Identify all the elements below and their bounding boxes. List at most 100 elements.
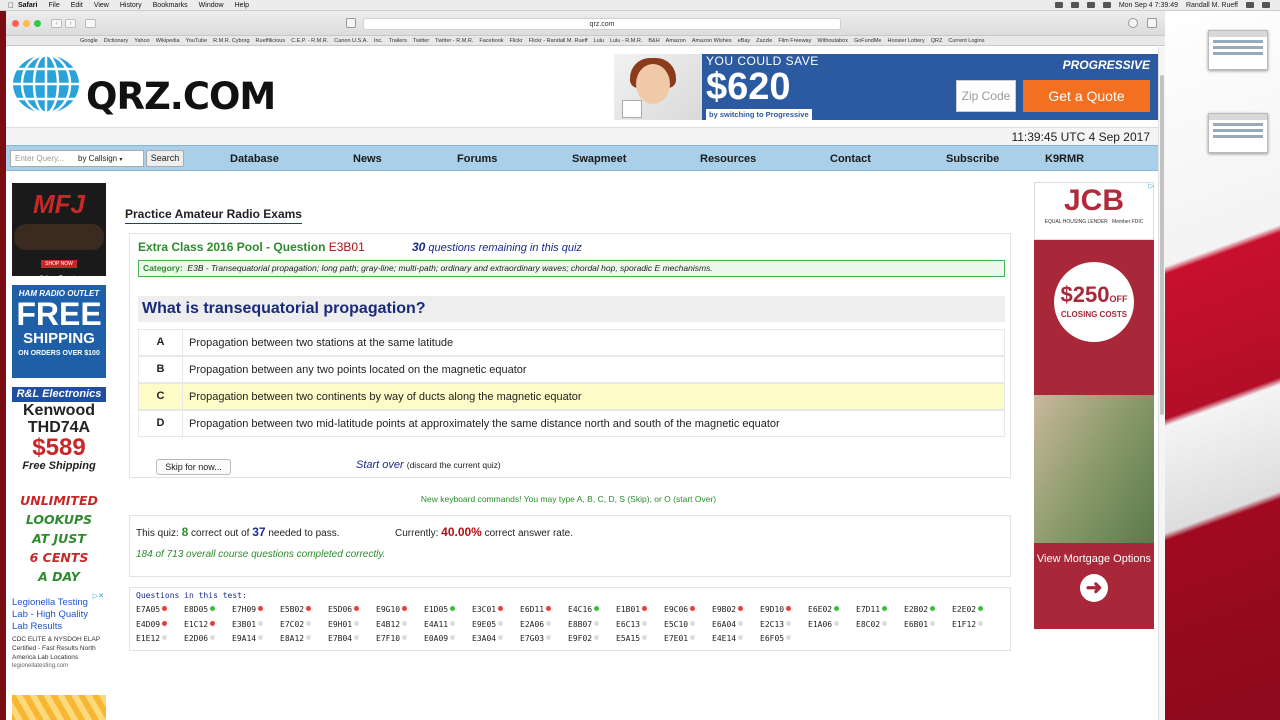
bookmark-link[interactable]: Rueffilicious <box>256 38 286 44</box>
menu-view[interactable]: View <box>94 2 109 9</box>
question-list-item[interactable]: E1B01 <box>616 605 648 614</box>
question-list-item[interactable]: E3C01 <box>472 605 504 614</box>
bookmark-link[interactable]: Wikipedia <box>156 38 180 44</box>
address-bar[interactable]: qrz.com <box>363 18 841 30</box>
reader-icon[interactable] <box>346 18 356 28</box>
bookmark-link[interactable]: Withoutabox <box>817 38 848 44</box>
bookmark-link[interactable]: Current Logins <box>948 38 984 44</box>
bookmark-link[interactable]: eBay <box>738 38 751 44</box>
question-list-item[interactable]: E3A04 <box>472 634 504 643</box>
nav-callsign[interactable]: K9RMR <box>1045 146 1084 172</box>
menubar-clock[interactable]: Mon Sep 4 7:39:49 <box>1119 2 1178 9</box>
answer-d[interactable]: D Propagation between two mid-latitude po… <box>138 410 1005 437</box>
bottom-left-ad[interactable] <box>12 695 106 720</box>
question-list-item[interactable]: E6D11 <box>520 605 552 614</box>
question-list-item[interactable]: E6A04 <box>712 620 744 629</box>
jcb-ad[interactable]: ▷ JCB EQUAL HOUSING LENDER Member FDIC $… <box>1034 182 1154 632</box>
bookmark-link[interactable]: YouTube <box>186 38 208 44</box>
ham-radio-outlet-ad[interactable]: HAM RADIO OUTLET FREE SHIPPING ON ORDERS… <box>12 285 106 378</box>
bookmark-link[interactable]: Canon U.S.A. <box>334 38 368 44</box>
question-list-item[interactable]: E3B01 <box>232 620 264 629</box>
adchoices-icon[interactable]: ▷✕ <box>93 592 104 600</box>
legionella-title[interactable]: Legionella Testing Lab - High Quality La… <box>12 597 106 633</box>
question-list-item[interactable]: E1D05 <box>424 605 456 614</box>
back-button[interactable]: ‹ <box>51 18 62 28</box>
minimize-icon[interactable] <box>23 19 30 27</box>
lookups-ad[interactable]: UNLIMITED LOOKUPS AT JUST 6 CENTS A DAY <box>12 491 106 584</box>
question-list-item[interactable]: E1E12 <box>136 634 168 643</box>
progressive-ad[interactable]: YOU COULD SAVE $620 by switching to Prog… <box>614 54 1160 120</box>
status-icon[interactable] <box>1054 2 1063 8</box>
bookmark-link[interactable]: Lulu - R.M.R. <box>610 38 642 44</box>
nav-contact[interactable]: Contact <box>830 146 871 172</box>
zoom-icon[interactable] <box>34 19 41 27</box>
rl-electronics-ad[interactable]: R&L Electronics Kenwood THD74A $589 Free… <box>12 387 106 482</box>
question-list-item[interactable]: E9C06 <box>664 605 696 614</box>
question-list-item[interactable]: E4A11 <box>424 620 456 629</box>
search-mode-select[interactable]: by Callsign ▾ <box>78 151 122 168</box>
question-list-item[interactable]: E9G10 <box>376 605 408 614</box>
question-list-item[interactable]: E2C13 <box>760 620 792 629</box>
answer-c[interactable]: C Propagation between two continents by w… <box>138 383 1005 410</box>
question-list-item[interactable]: E6B01 <box>904 620 936 629</box>
question-list-item[interactable]: E5A15 <box>616 634 648 643</box>
question-list-item[interactable]: E7G03 <box>520 634 552 643</box>
bookmark-link[interactable]: Twitter <box>413 38 429 44</box>
menu-file[interactable]: File <box>48 2 59 9</box>
bookmark-link[interactable]: Amazon <box>666 38 686 44</box>
skip-button[interactable]: Skip for now... <box>156 459 231 475</box>
desktop-thumbnail[interactable] <box>1208 30 1268 70</box>
bookmark-link[interactable]: Amazon Wishes <box>692 38 732 44</box>
list-icon[interactable] <box>1262 2 1270 8</box>
question-list-item[interactable]: E7B04 <box>328 634 360 643</box>
bookmark-link[interactable]: Twitter - R.M.R. <box>435 38 473 44</box>
bookmark-link[interactable]: Lulu <box>594 38 604 44</box>
menu-history[interactable]: History <box>120 2 142 9</box>
question-list-item[interactable]: E2A06 <box>520 620 552 629</box>
question-list-item[interactable]: E0A09 <box>424 634 456 643</box>
apple-icon[interactable]:  <box>8 1 18 10</box>
question-list-item[interactable]: E7H09 <box>232 605 264 614</box>
question-list-item[interactable]: E1F12 <box>952 620 984 629</box>
zip-code-input[interactable]: Zip Code <box>956 80 1016 112</box>
answer-a[interactable]: A Propagation between two stations at the… <box>138 329 1005 356</box>
nav-subscribe[interactable]: Subscribe <box>946 146 999 172</box>
start-over-link[interactable]: Start over <box>356 459 404 471</box>
menu-help[interactable]: Help <box>235 2 249 9</box>
search-icon[interactable] <box>1246 2 1254 8</box>
volume-icon[interactable] <box>1086 2 1095 8</box>
bookmark-link[interactable]: Dictionary <box>104 38 128 44</box>
wifi-icon[interactable] <box>1070 2 1079 8</box>
question-list-item[interactable]: E4C16 <box>568 605 600 614</box>
mfj-ad[interactable]: MFJ SHOP NOW GigaParts <box>12 183 106 284</box>
question-list-item[interactable]: E5B02 <box>280 605 312 614</box>
question-list-item[interactable]: E9H01 <box>328 620 360 629</box>
menu-edit[interactable]: Edit <box>71 2 83 9</box>
question-list-item[interactable]: E5D06 <box>328 605 360 614</box>
question-list-item[interactable]: E4D09 <box>136 620 168 629</box>
menu-window[interactable]: Window <box>199 2 224 9</box>
battery-icon[interactable] <box>1102 2 1111 8</box>
share-icon[interactable] <box>1147 18 1157 28</box>
question-list-item[interactable]: E6F05 <box>760 634 792 643</box>
question-list-item[interactable]: E7E01 <box>664 634 696 643</box>
close-icon[interactable] <box>12 19 19 27</box>
bookmark-link[interactable]: Hoosier Lottery <box>887 38 924 44</box>
query-input[interactable]: Enter Query... <box>10 150 144 167</box>
answer-b[interactable]: B Propagation between any two points loca… <box>138 356 1005 383</box>
question-list-item[interactable]: E2D06 <box>184 634 216 643</box>
menubar-user[interactable]: Randall M. Rueff <box>1186 2 1238 9</box>
site-logo[interactable]: QRZ.COM <box>86 75 276 118</box>
page-scrollbar[interactable] <box>1158 47 1165 720</box>
globe-logo-icon[interactable] <box>12 54 80 114</box>
search-button[interactable]: Search <box>146 150 184 167</box>
question-list-item[interactable]: E8C02 <box>856 620 888 629</box>
nav-resources[interactable]: Resources <box>700 146 756 172</box>
question-list-item[interactable]: E2B02 <box>904 605 936 614</box>
question-list-item[interactable]: E8B07 <box>568 620 600 629</box>
bookmark-link[interactable]: Inc. <box>374 38 383 44</box>
question-list-item[interactable]: E9F02 <box>568 634 600 643</box>
question-list-item[interactable]: E8D05 <box>184 605 216 614</box>
question-list-item[interactable]: E1A06 <box>808 620 840 629</box>
sidebar-icon[interactable] <box>85 18 96 28</box>
